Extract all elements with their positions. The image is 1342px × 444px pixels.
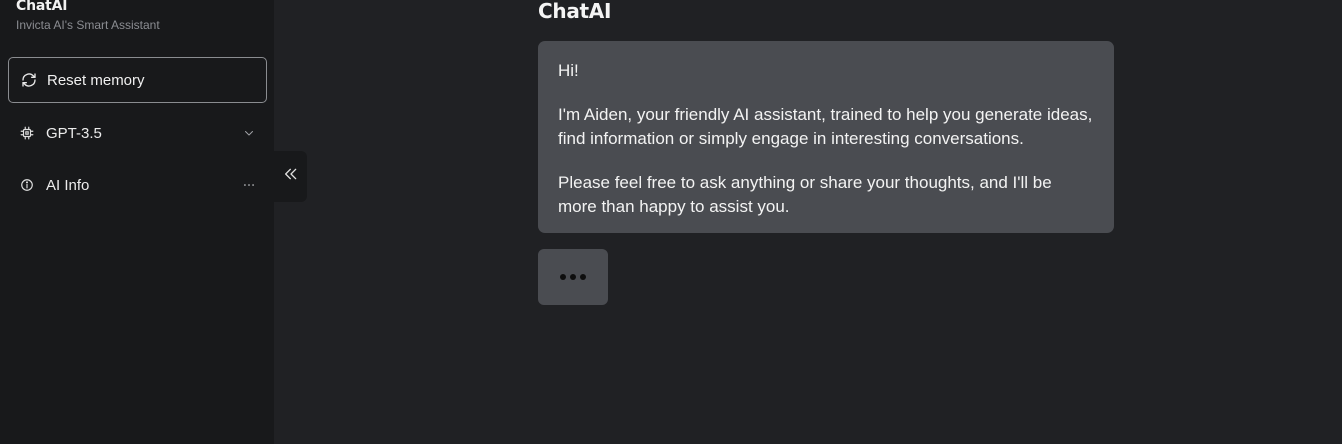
refresh-icon	[21, 72, 37, 88]
model-label: GPT-3.5	[46, 124, 102, 142]
message-greeting: Hi!	[558, 61, 579, 80]
ai-info-item[interactable]: AI Info	[0, 165, 274, 205]
collapse-sidebar-button[interactable]	[274, 151, 307, 202]
model-selector[interactable]: GPT-3.5	[0, 113, 274, 153]
info-icon	[20, 178, 34, 192]
double-chevron-left-icon	[283, 166, 299, 187]
brand-subtitle: Invicta AI's Smart Assistant	[16, 18, 160, 32]
typing-indicator	[538, 249, 608, 305]
reset-memory-button[interactable]: Reset memory	[8, 57, 267, 103]
message-invite: Please feel free to ask anything or shar…	[558, 173, 1052, 216]
page-title: ChatAI	[538, 0, 612, 23]
chip-icon	[20, 126, 34, 140]
typing-dot	[560, 274, 566, 280]
ai-info-label: AI Info	[46, 176, 90, 194]
chevron-down-icon	[242, 126, 256, 140]
message-intro: I'm Aiden, your friendly AI assistant, t…	[558, 105, 1093, 148]
brand-title: ChatAI	[16, 0, 68, 14]
assistant-message: Hi! I'm Aiden, your friendly AI assistan…	[538, 41, 1114, 233]
typing-dot	[570, 274, 576, 280]
sidebar: ChatAI Invicta AI's Smart Assistant Rese…	[0, 0, 274, 444]
reset-memory-label: Reset memory	[47, 71, 145, 89]
more-horizontal-icon[interactable]	[242, 178, 256, 192]
typing-dot	[580, 274, 586, 280]
brand: ChatAI Invicta AI's Smart Assistant	[16, 0, 160, 32]
